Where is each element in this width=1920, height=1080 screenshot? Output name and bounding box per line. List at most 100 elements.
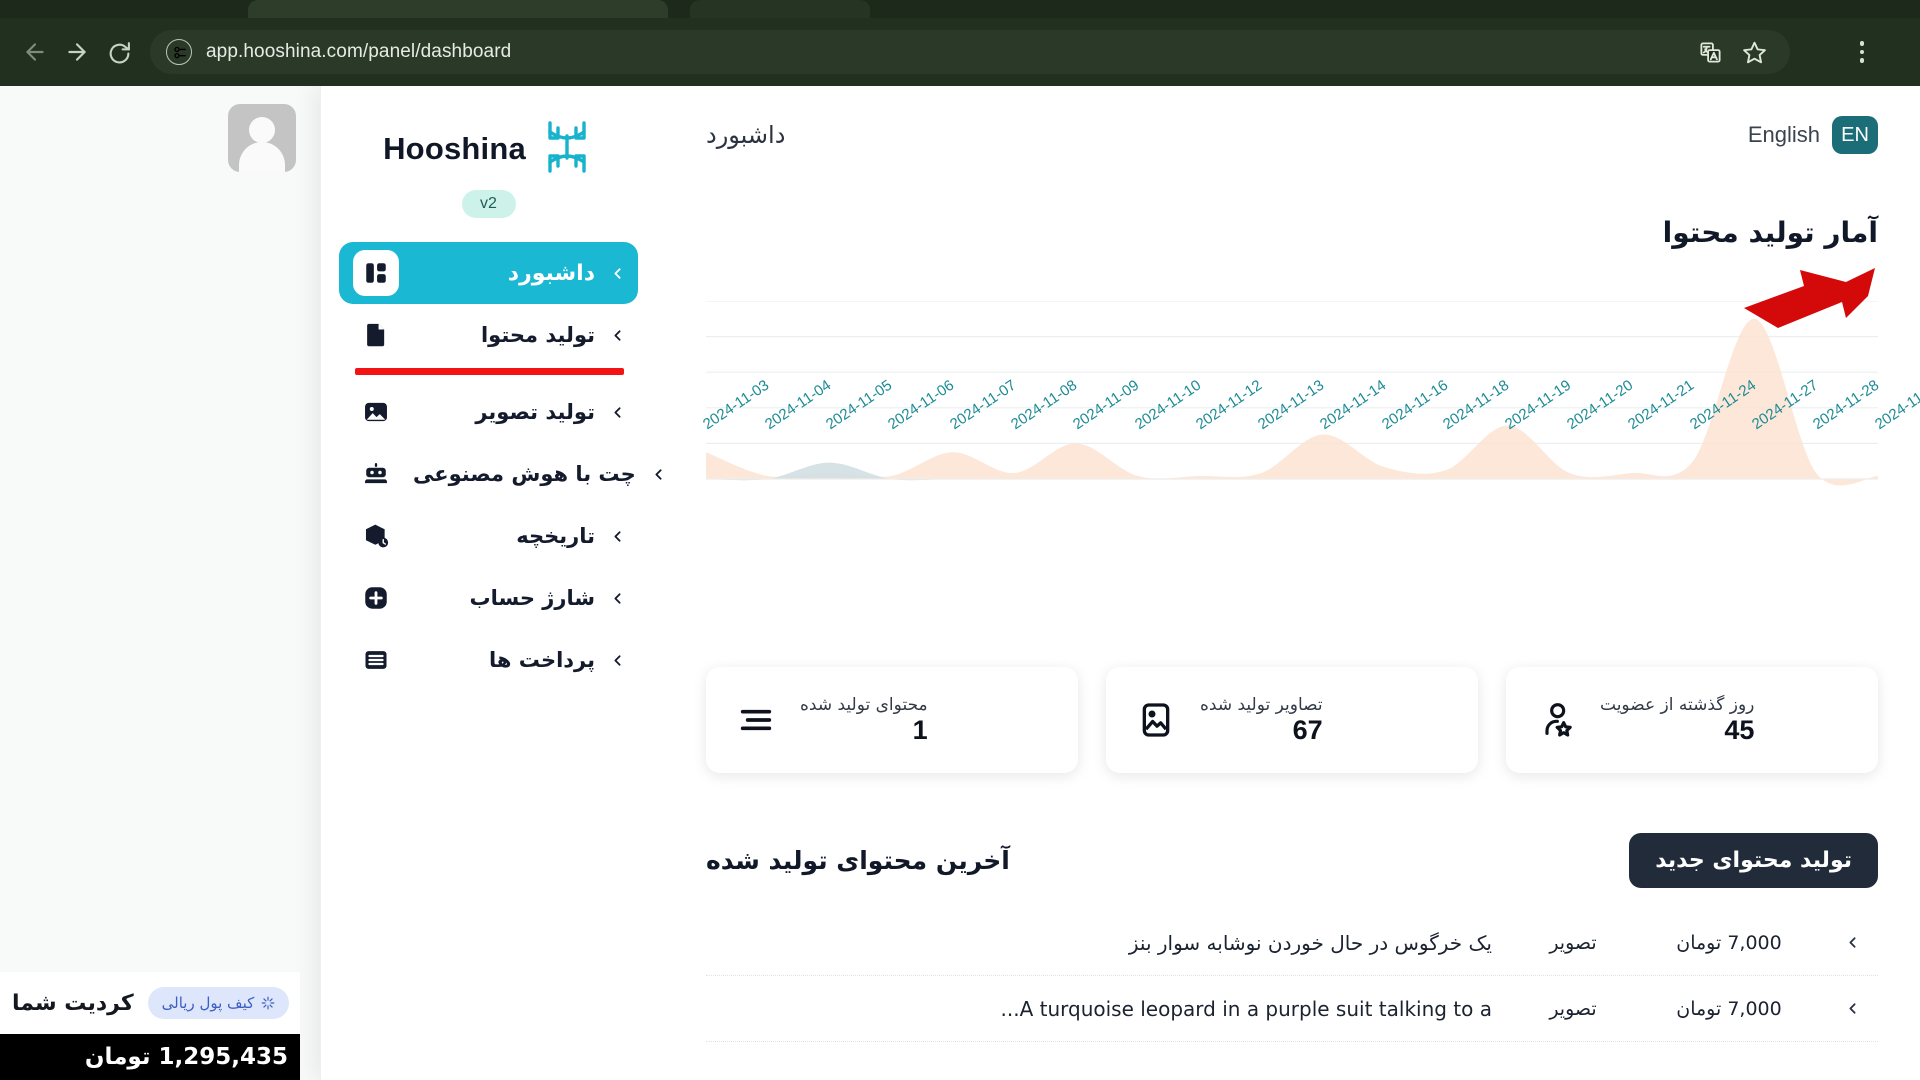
stat-value: 45 — [1724, 714, 1755, 745]
profile-avatar-icon[interactable] — [1802, 32, 1842, 72]
chevron-left-icon[interactable] — [609, 528, 626, 545]
sidebar-item-underline — [355, 368, 624, 375]
row-price: 7,000 تومان — [1676, 997, 1782, 1020]
recent-row[interactable]: A turquoise leopard in a purple suit tal… — [706, 976, 1878, 1042]
sidebar-item-label: شارژ حساب — [469, 586, 595, 610]
bookmark-star-icon[interactable] — [1734, 32, 1774, 72]
sidebar-item-label: داشبورد — [507, 260, 595, 286]
row-type: تصویر — [1549, 997, 1597, 1020]
stat-label: محتوای تولید شده — [800, 694, 928, 715]
sidebar-item-1[interactable]: تولید محتوا — [339, 304, 638, 366]
stat-card[interactable]: روز گذشته از عضویت 45 — [1506, 667, 1878, 773]
brand[interactable]: Hooshina — [339, 118, 638, 180]
plus-circle-icon — [353, 575, 399, 621]
browser-tab-active[interactable] — [248, 0, 668, 18]
stat-value: 1 — [912, 714, 928, 745]
area-chart-svg — [706, 301, 1878, 486]
browser-chrome: app.hooshina.com/panel/dashboard — [0, 0, 1920, 86]
stat-card[interactable]: محتوای تولید شده 1 — [706, 667, 1078, 773]
translate-icon[interactable] — [1690, 32, 1730, 72]
recent-title: آخرین محتوای تولید شده — [706, 846, 1010, 875]
version-badge: v2 — [461, 190, 516, 218]
dashboard-icon — [353, 250, 399, 296]
sidebar-item-label: پرداخت ها — [488, 648, 595, 672]
chevron-left-icon[interactable] — [1830, 934, 1874, 951]
main-content: داشبورد English EN آمار تولید محتوا 2024… — [660, 86, 1920, 1080]
credit-amount: 1,295,435 تومان — [0, 1034, 300, 1080]
hooshina-logo-icon — [540, 118, 594, 180]
chevron-left-icon[interactable] — [609, 590, 626, 607]
row-title: A turquoise leopard in a purple suit tal… — [1000, 996, 1493, 1021]
sidebar-item-label: تولید تصویر — [475, 400, 595, 424]
page-body: کردیت شما کیف پول ریالی 1,295,435 تومان … — [0, 86, 1920, 1080]
browser-menu-icon[interactable] — [1842, 32, 1882, 72]
site-settings-icon[interactable] — [166, 39, 192, 65]
reload-icon[interactable] — [98, 31, 140, 73]
stat-text: روز گذشته از عضویت 45 — [1600, 695, 1754, 746]
stat-text: محتوای تولید شده 1 — [800, 695, 928, 746]
user-star-icon — [1532, 696, 1580, 744]
sidebar-nav: داشبورد تولید محتوا تولید تصویر چت با هوش م… — [339, 242, 662, 691]
chevron-left-icon[interactable] — [609, 404, 626, 421]
browser-tab-other[interactable] — [690, 0, 870, 18]
stat-label: روز گذشته از عضویت — [1600, 694, 1755, 715]
sidebar-item-5[interactable]: شارژ حساب — [339, 567, 638, 629]
chevron-left-icon[interactable] — [609, 265, 626, 282]
stat-label: تصاویر تولید شده — [1200, 694, 1323, 715]
recent-content-header: آخرین محتوای تولید شده تولید محتوای جدید — [706, 833, 1878, 888]
browser-toolbar: app.hooshina.com/panel/dashboard — [0, 18, 1920, 86]
sidebar-item-0[interactable]: داشبورد — [339, 242, 638, 304]
back-icon[interactable] — [14, 31, 56, 73]
app-card: داشبورد English EN آمار تولید محتوا 2024… — [320, 86, 1920, 1080]
chevron-left-icon[interactable] — [650, 466, 667, 483]
robot-icon — [353, 451, 399, 497]
stat-text: تصاویر تولید شده 67 — [1200, 695, 1323, 746]
left-drawer: کردیت شما کیف پول ریالی 1,295,435 تومان — [0, 86, 320, 1080]
sidebar: Hooshina v2 داشبورد تولید محتوا تولید تصوی… — [320, 86, 662, 1080]
address-bar[interactable]: app.hooshina.com/panel/dashboard — [150, 30, 1790, 74]
avatar-head — [249, 117, 275, 143]
omnibox-actions — [1690, 32, 1774, 72]
sidebar-item-3[interactable]: چت با هوش مصنوعی — [339, 443, 662, 505]
language-label: English — [1747, 122, 1820, 147]
row-price: 7,000 تومان — [1676, 931, 1782, 954]
sidebar-item-6[interactable]: پرداخت ها — [339, 629, 638, 691]
image-icon — [353, 389, 399, 435]
list-icon — [353, 637, 399, 683]
url-text: app.hooshina.com/panel/dashboard — [206, 41, 512, 62]
history-box-icon — [353, 513, 399, 559]
brand-name: Hooshina — [383, 131, 526, 166]
chevron-left-icon[interactable] — [609, 652, 626, 669]
chevron-left-icon[interactable] — [609, 327, 626, 344]
chart-title: آمار تولید محتوا — [1662, 216, 1878, 249]
wallet-chip[interactable]: کیف پول ریالی — [147, 987, 290, 1019]
wallet-label: کیف پول ریالی — [161, 994, 255, 1012]
document-icon — [353, 312, 399, 358]
image-frame-icon — [1132, 696, 1180, 744]
stat-cards: محتوای تولید شده 1 تصاویر تولید شده 67 ر… — [706, 667, 1878, 773]
content-header: داشبورد English EN — [706, 116, 1878, 154]
recent-row[interactable]: یک خرگوس در حال خوردن نوشابه سوار بنز تصو… — [706, 910, 1878, 976]
row-title: یک خرگوس در حال خوردن نوشابه سوار بنز — [1128, 930, 1492, 955]
recent-content-list: یک خرگوس در حال خوردن نوشابه سوار بنز تصو… — [706, 910, 1878, 1042]
language-toggle[interactable]: English EN — [1748, 116, 1878, 154]
tab-strip — [0, 0, 1920, 18]
avatar[interactable] — [228, 104, 296, 172]
chevron-left-icon[interactable] — [1830, 1000, 1874, 1017]
sidebar-item-label: تاریخچه — [516, 524, 595, 548]
forward-icon[interactable] — [56, 31, 98, 73]
sidebar-item-4[interactable]: تاریخچه — [339, 505, 638, 567]
stat-value: 67 — [1292, 714, 1323, 745]
sidebar-item-label: تولید محتوا — [480, 323, 595, 347]
row-type: تصویر — [1549, 931, 1597, 954]
page-title: داشبورد — [706, 121, 786, 149]
lines-icon — [732, 696, 780, 744]
stat-card[interactable]: تصاویر تولید شده 67 — [1106, 667, 1478, 773]
sidebar-item-2[interactable]: تولید تصویر — [339, 381, 638, 443]
new-content-button[interactable]: تولید محتوای جدید — [1629, 833, 1878, 888]
credit-box: کردیت شما کیف پول ریالی 1,295,435 تومان — [0, 972, 300, 1080]
content-stats-chart[interactable]: 2024-11-03 2024-11-04 2024-11-05 2024-11-06… — [700, 301, 1920, 571]
language-badge: EN — [1832, 116, 1878, 154]
three-dots — [1859, 41, 1865, 63]
credit-header: کردیت شما کیف پول ریالی — [0, 972, 300, 1034]
